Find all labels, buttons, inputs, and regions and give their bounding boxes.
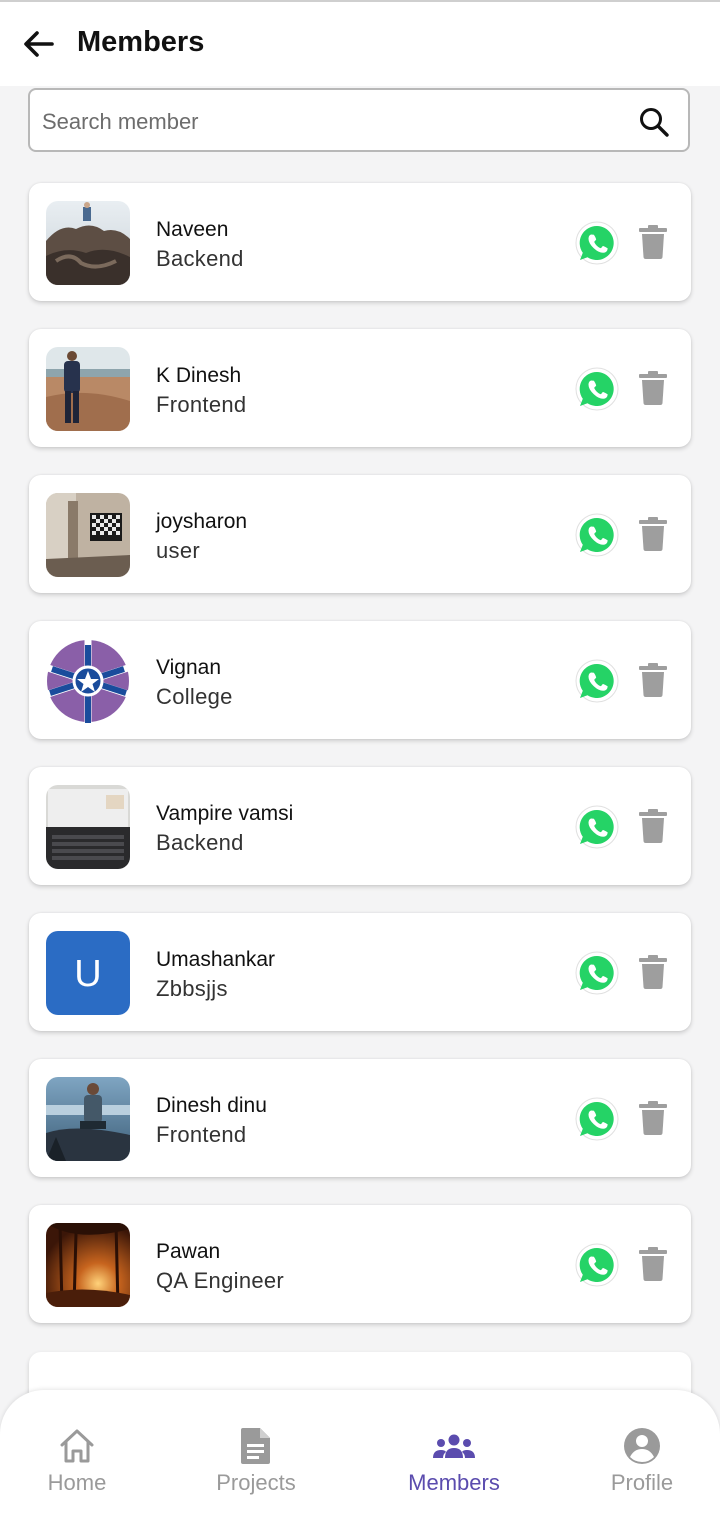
member-card[interactable]: joysharon user xyxy=(29,475,691,593)
member-role: College xyxy=(156,684,233,709)
whatsapp-button[interactable] xyxy=(575,221,619,265)
nav-label: Projects xyxy=(216,1470,296,1495)
delete-button[interactable] xyxy=(637,1100,669,1136)
whatsapp-icon xyxy=(575,951,619,995)
trash-icon xyxy=(639,1101,667,1135)
trash-icon xyxy=(639,1247,667,1281)
member-name: Vignan xyxy=(156,656,222,679)
member-card[interactable]: U Umashankar Zbbsjjs xyxy=(29,913,691,1031)
whatsapp-button[interactable] xyxy=(575,951,619,995)
member-role: Backend xyxy=(156,246,244,271)
delete-button[interactable] xyxy=(637,1246,669,1282)
trash-icon xyxy=(639,955,667,989)
whatsapp-button[interactable] xyxy=(575,513,619,557)
member-role: Backend xyxy=(156,830,244,855)
avatar xyxy=(46,493,130,577)
delete-button[interactable] xyxy=(637,662,669,698)
avatar xyxy=(46,347,130,431)
nav-home[interactable]: Home xyxy=(2,1390,152,1528)
whatsapp-button[interactable] xyxy=(575,805,619,849)
member-name: Dinesh dinu xyxy=(156,1094,267,1117)
trash-icon xyxy=(639,517,667,551)
whatsapp-icon xyxy=(575,805,619,849)
member-name: Umashankar xyxy=(156,948,276,971)
avatar xyxy=(46,1077,130,1161)
member-card[interactable]: Vignan College xyxy=(29,621,691,739)
member-card[interactable]: Dinesh dinu Frontend xyxy=(29,1059,691,1177)
trash-icon xyxy=(639,663,667,697)
member-name: K Dinesh xyxy=(156,364,242,387)
whatsapp-icon xyxy=(575,367,619,411)
whatsapp-icon xyxy=(575,1097,619,1141)
member-role: Zbbsjjs xyxy=(156,976,228,1001)
avatar xyxy=(46,639,130,723)
avatar xyxy=(46,201,130,285)
delete-button[interactable] xyxy=(637,954,669,990)
document-icon xyxy=(241,1428,270,1464)
member-card[interactable]: Pawan QA Engineer xyxy=(29,1205,691,1323)
whatsapp-icon xyxy=(575,1243,619,1287)
whatsapp-icon xyxy=(575,513,619,557)
member-name: joysharon xyxy=(156,510,248,533)
delete-button[interactable] xyxy=(637,808,669,844)
bottom-navigation: Home Projects Members Profile xyxy=(0,1390,720,1528)
member-name: Naveen xyxy=(156,218,229,241)
nav-label: Home xyxy=(47,1470,107,1495)
whatsapp-button[interactable] xyxy=(575,1097,619,1141)
member-name: Pawan xyxy=(156,1240,221,1263)
member-role: Frontend xyxy=(156,392,247,417)
avatar xyxy=(46,1223,130,1307)
whatsapp-icon xyxy=(575,659,619,703)
delete-button[interactable] xyxy=(637,516,669,552)
avatar: U xyxy=(46,931,130,1015)
member-role: Frontend xyxy=(156,1122,247,1147)
member-card[interactable]: Naveen Backend xyxy=(29,183,691,301)
member-name: Vampire vamsi xyxy=(156,802,294,825)
nav-projects[interactable]: Projects xyxy=(181,1390,331,1528)
whatsapp-icon xyxy=(575,221,619,265)
delete-button[interactable] xyxy=(637,370,669,406)
group-icon xyxy=(433,1434,475,1458)
nav-label: Members xyxy=(408,1470,500,1495)
nav-label: Profile xyxy=(610,1470,674,1495)
member-card[interactable]: Vampire vamsi Backend xyxy=(29,767,691,885)
nav-profile[interactable]: Profile xyxy=(567,1390,717,1528)
whatsapp-button[interactable] xyxy=(575,659,619,703)
member-role: user xyxy=(156,538,200,563)
home-icon xyxy=(60,1429,94,1463)
delete-button[interactable] xyxy=(637,224,669,260)
avatar-initial: U xyxy=(74,953,101,995)
member-list: Naveen Backend K Dinesh Frontend joyshar… xyxy=(0,0,720,1528)
nav-members[interactable]: Members xyxy=(379,1390,529,1528)
trash-icon xyxy=(639,225,667,259)
member-card[interactable]: K Dinesh Frontend xyxy=(29,329,691,447)
account-circle-icon xyxy=(624,1428,660,1464)
avatar xyxy=(46,785,130,869)
trash-icon xyxy=(639,809,667,843)
whatsapp-button[interactable] xyxy=(575,367,619,411)
member-role: QA Engineer xyxy=(156,1268,285,1293)
whatsapp-button[interactable] xyxy=(575,1243,619,1287)
trash-icon xyxy=(639,371,667,405)
